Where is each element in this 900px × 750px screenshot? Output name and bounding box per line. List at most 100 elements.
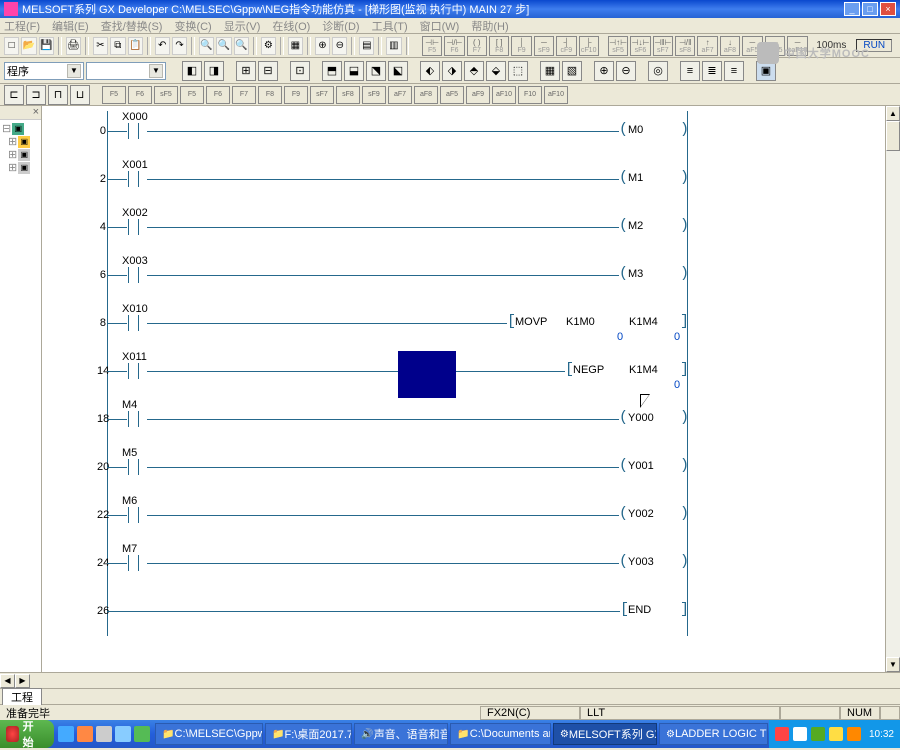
tray-3[interactable] [811, 727, 825, 741]
find-button[interactable]: 🔍 [199, 37, 214, 55]
tb5-button[interactable]: ▤ [359, 37, 374, 55]
task-5[interactable]: ⚙ MELSOFT系列 GX... [553, 723, 657, 745]
contact[interactable] [120, 219, 147, 235]
menu-project[interactable]: 工程(F) [4, 18, 40, 34]
scroll-down-button[interactable]: ▼ [886, 657, 900, 672]
tb3-sf5[interactable]: sF5 [154, 86, 178, 104]
tb2-1[interactable]: ◧ [182, 61, 202, 81]
task-1[interactable]: 📁 C:\MELSEC\Gppw\... [155, 723, 263, 745]
tb3-sf8[interactable]: sF8 [336, 86, 360, 104]
tb2-5[interactable]: ⊡ [290, 61, 310, 81]
convert-button[interactable]: ⚙ [261, 37, 276, 55]
tray-2[interactable] [793, 727, 807, 741]
tb4-button[interactable]: ▦ [288, 37, 303, 55]
task-6[interactable]: ⚙ LADDER LOGIC TE... [659, 723, 768, 745]
system-tray[interactable]: 10:32 [769, 720, 900, 748]
fkey-af7[interactable]: ↑aF7 [697, 36, 717, 56]
new-button[interactable]: □ [4, 37, 19, 55]
ladder-editor[interactable]: 0X000(M0)2X001(M1)4X002(M2)6X003(M3)8X01… [42, 106, 900, 672]
tb2-21[interactable]: ≣ [702, 61, 722, 81]
tb6-button[interactable]: ▥ [386, 37, 401, 55]
menu-search[interactable]: 查找/替换(S) [101, 18, 163, 34]
tb2-7[interactable]: ⬓ [344, 61, 364, 81]
tb2-18[interactable]: ⊖ [616, 61, 636, 81]
tb2-6[interactable]: ⬒ [322, 61, 342, 81]
paste-button[interactable]: 📋 [128, 37, 143, 55]
tb3-f5b[interactable]: F5 [180, 86, 204, 104]
tb3-af5[interactable]: aF5 [440, 86, 464, 104]
tb2-15[interactable]: ▦ [540, 61, 560, 81]
fkey-f5[interactable]: ⊣⊢F5 [422, 36, 442, 56]
fkey-cf9[interactable]: ┤cF9 [556, 36, 576, 56]
task-4[interactable]: 📁 C:\Documents an... [450, 723, 551, 745]
ql-2[interactable] [77, 726, 93, 742]
tb2-9[interactable]: ⬕ [388, 61, 408, 81]
contact[interactable] [120, 555, 147, 571]
zoomout-button[interactable]: ⊖ [332, 37, 347, 55]
fkey-f7[interactable]: ( )F7 [467, 36, 487, 56]
find2-button[interactable]: 🔍 [216, 37, 231, 55]
task-3[interactable]: 🔊 声音、语音和音... [354, 723, 448, 745]
tray-5[interactable] [847, 727, 861, 741]
open-button[interactable]: 📂 [21, 37, 36, 55]
scroll-thumb[interactable] [886, 121, 900, 151]
menu-help[interactable]: 帮助(H) [471, 18, 508, 34]
tb2-2[interactable]: ◨ [204, 61, 224, 81]
fkey-sf6[interactable]: ⊣↓⊢sF6 [630, 36, 650, 56]
combo-type[interactable]: 程序 ▼ [4, 62, 84, 80]
close-button[interactable]: × [880, 2, 896, 16]
print-button[interactable]: 🖨 [66, 37, 81, 55]
tb2-8[interactable]: ⬔ [366, 61, 386, 81]
ql-3[interactable] [96, 726, 112, 742]
contact[interactable] [120, 411, 147, 427]
menu-diagnostics[interactable]: 诊断(D) [322, 18, 359, 34]
tb3-af7[interactable]: aF7 [388, 86, 412, 104]
fkey-cf10[interactable]: ├cF10 [579, 36, 599, 56]
tb3-1[interactable]: ⊏ [4, 85, 24, 105]
ql-5[interactable] [134, 726, 150, 742]
tb3-af9[interactable]: aF9 [466, 86, 490, 104]
fkey-caf0[interactable]: ─caF10 [787, 36, 808, 56]
cut-button[interactable]: ✂ [93, 37, 108, 55]
contact[interactable] [120, 459, 147, 475]
tb2-14[interactable]: ⬚ [508, 61, 528, 81]
tb3-af8[interactable]: aF8 [414, 86, 438, 104]
tb2-22[interactable]: ≡ [724, 61, 744, 81]
menu-convert[interactable]: 变换(C) [174, 18, 211, 34]
fkey-sf8[interactable]: ⊣/‖sF8 [675, 36, 695, 56]
tb3-af0[interactable]: aF10 [492, 86, 516, 104]
tb3-f9[interactable]: F9 [284, 86, 308, 104]
scroll-up-button[interactable]: ▲ [886, 106, 900, 121]
contact[interactable] [120, 171, 147, 187]
tb2-10[interactable]: ⬖ [420, 61, 440, 81]
menu-view[interactable]: 显示(V) [224, 18, 261, 34]
fkey-f6[interactable]: ⊣/⊢F6 [444, 36, 464, 56]
contact[interactable] [120, 315, 147, 331]
contact[interactable] [120, 267, 147, 283]
minimize-button[interactable]: _ [844, 2, 860, 16]
fkey-af8[interactable]: ↓aF8 [720, 36, 740, 56]
tb3-f7[interactable]: F7 [232, 86, 256, 104]
hscroll-right-button[interactable]: ▶ [15, 674, 30, 688]
undo-button[interactable]: ↶ [155, 37, 170, 55]
tb3-2[interactable]: ⊐ [26, 85, 46, 105]
save-button[interactable]: 💾 [39, 37, 54, 55]
tb2-20[interactable]: ≡ [680, 61, 700, 81]
tb2-3[interactable]: ⊞ [236, 61, 256, 81]
tb3-3[interactable]: ⊓ [48, 85, 68, 105]
fkey-f8[interactable]: [ ]F8 [489, 36, 509, 56]
contact[interactable] [120, 507, 147, 523]
tb3-f6b[interactable]: F6 [206, 86, 230, 104]
menu-edit[interactable]: 编辑(E) [52, 18, 89, 34]
tree-close-button[interactable]: × [0, 106, 41, 120]
tb2-11[interactable]: ⬗ [442, 61, 462, 81]
tb3-f10[interactable]: F10 [518, 86, 542, 104]
contact[interactable] [120, 363, 147, 379]
tb2-17[interactable]: ⊕ [594, 61, 614, 81]
fkey-sf7[interactable]: ⊣‖⊢sF7 [653, 36, 673, 56]
tb2-4[interactable]: ⊟ [258, 61, 278, 81]
start-button[interactable]: 开始 [0, 720, 54, 748]
tb3-f8[interactable]: F8 [258, 86, 282, 104]
tb3-f5[interactable]: F5 [102, 86, 126, 104]
maximize-button[interactable]: □ [862, 2, 878, 16]
